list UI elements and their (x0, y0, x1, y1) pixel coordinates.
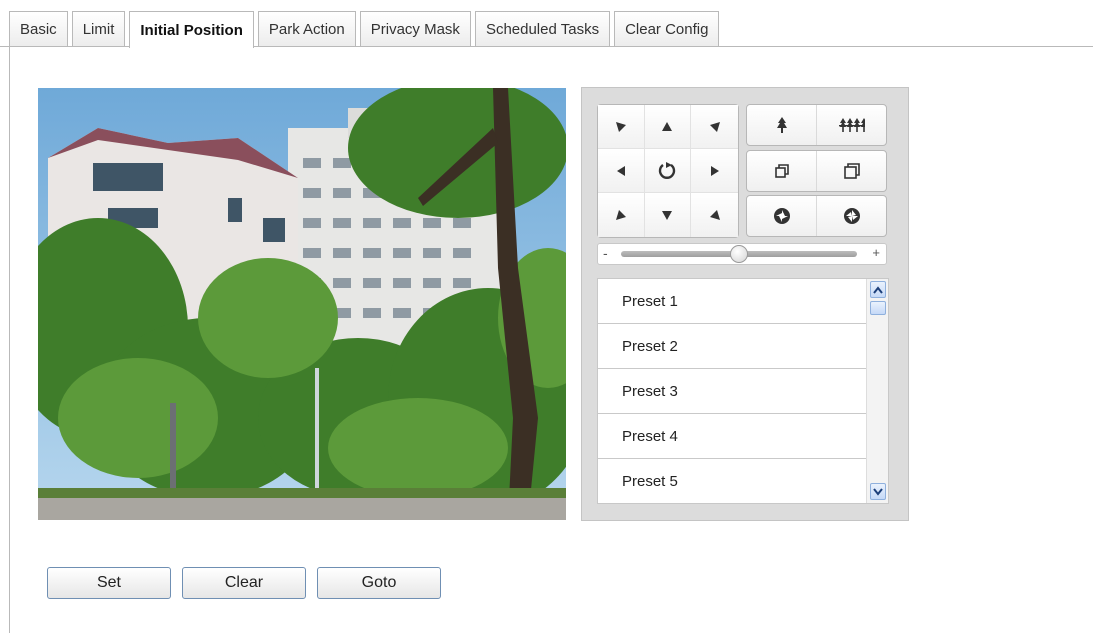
iris-open-icon (773, 208, 790, 224)
preset-scrollbar[interactable] (866, 279, 888, 503)
zoom-group (746, 104, 887, 146)
tabs: Basic Limit Initial Position Park Action… (9, 11, 723, 48)
up-left-icon (615, 121, 626, 132)
scroll-up-button[interactable] (870, 281, 886, 298)
pan-down-left-button[interactable] (598, 193, 645, 237)
pan-up-left-button[interactable] (598, 105, 645, 149)
iris-group (746, 195, 887, 237)
focus-near-icon (774, 164, 789, 178)
pan-right-button[interactable] (691, 149, 738, 193)
up-right-icon (709, 121, 720, 132)
scroll-thumb[interactable] (870, 301, 886, 315)
slider-knob[interactable] (730, 245, 748, 263)
zoom-in-button[interactable] (747, 105, 817, 145)
tab-scheduled-tasks[interactable]: Scheduled Tasks (474, 11, 611, 47)
preset-item[interactable]: Preset 5 (598, 459, 866, 503)
tab-bar: Basic Limit Initial Position Park Action… (0, 0, 1093, 48)
tab-privacy-mask[interactable]: Privacy Mask (359, 11, 471, 47)
iris-close-button[interactable] (817, 196, 886, 236)
zoom-out-icon (838, 118, 865, 132)
zoom-in-icon (776, 117, 787, 133)
focus-near-button[interactable] (747, 151, 817, 191)
speed-minus-label: - (603, 245, 608, 261)
down-icon (662, 211, 673, 220)
focus-group (746, 150, 887, 192)
focus-far-icon (843, 163, 860, 179)
iris-close-icon (843, 208, 860, 224)
goto-button[interactable]: Goto (317, 567, 441, 599)
tab-clear-config[interactable]: Clear Config (614, 11, 720, 47)
iris-open-button[interactable] (747, 196, 817, 236)
pan-left-button[interactable] (598, 149, 645, 193)
content-border (9, 47, 10, 633)
chevron-up-icon (873, 285, 883, 294)
tab-park-action[interactable]: Park Action (257, 11, 356, 47)
pan-down-right-button[interactable] (691, 193, 738, 237)
down-left-icon (615, 210, 626, 220)
tab-initial-position[interactable]: Initial Position (129, 11, 254, 48)
preset-list: Preset 1 Preset 2 Preset 3 Preset 4 Pres… (597, 278, 889, 504)
preset-item[interactable]: Preset 2 (598, 324, 866, 369)
pan-up-button[interactable] (644, 105, 692, 149)
ptz-speed-slider[interactable]: - + (597, 243, 887, 265)
scroll-down-button[interactable] (870, 483, 886, 500)
chevron-down-icon (873, 487, 883, 496)
tab-basic[interactable]: Basic (9, 11, 68, 47)
ptz-control-panel: - + Preset 1 Preset 2 Preset 3 Preset 4 … (581, 87, 909, 521)
down-right-icon (709, 210, 720, 220)
auto-rotate-icon (659, 161, 676, 179)
direction-pad (597, 104, 739, 238)
up-icon (662, 121, 673, 131)
clear-button[interactable]: Clear (182, 567, 306, 599)
auto-rotate-button[interactable] (644, 149, 692, 193)
zoom-out-button[interactable] (817, 105, 886, 145)
left-icon (616, 165, 625, 176)
pan-up-right-button[interactable] (691, 105, 738, 149)
focus-far-button[interactable] (817, 151, 886, 191)
live-video-view[interactable] (38, 88, 566, 520)
set-button[interactable]: Set (47, 567, 171, 599)
tab-limit[interactable]: Limit (71, 11, 126, 47)
video-frame (38, 88, 566, 520)
speed-plus-label: + (872, 245, 880, 260)
preset-item[interactable]: Preset 3 (598, 369, 866, 414)
preset-item[interactable]: Preset 1 (598, 279, 866, 324)
preset-item[interactable]: Preset 4 (598, 414, 866, 459)
right-icon (710, 165, 719, 176)
pan-down-button[interactable] (644, 193, 692, 237)
